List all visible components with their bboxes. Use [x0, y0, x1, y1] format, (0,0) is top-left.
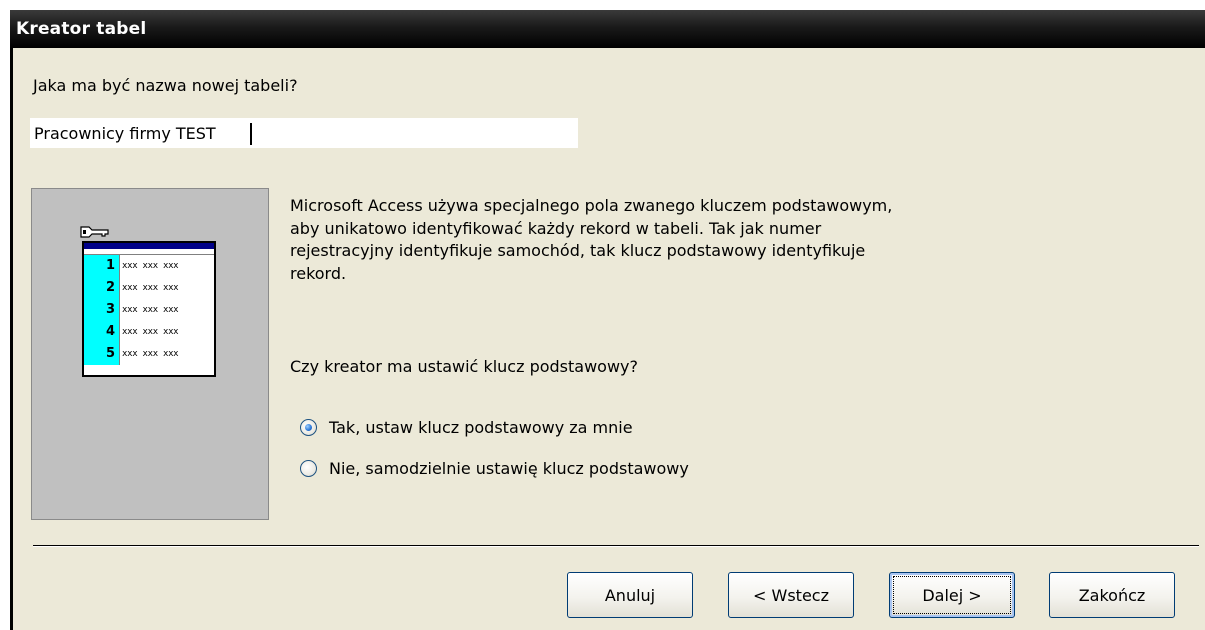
table-wizard-window: Kreator tabel Jaka ma być nazwa nowej ta…: [10, 10, 1205, 630]
radio-button[interactable]: [300, 459, 317, 477]
row-number: 2: [84, 277, 120, 299]
row-number: 5: [84, 343, 120, 365]
radio-button-checked[interactable]: [300, 418, 317, 436]
primary-key-description: Microsoft Access używa specjalnego pola …: [290, 196, 893, 283]
row-data: xxx xxx xxx: [122, 327, 179, 337]
row-number: 4: [84, 321, 120, 343]
mini-table-row: 1 xxx xxx xxx: [84, 255, 214, 277]
row-data: xxx xxx xxx: [122, 283, 179, 293]
table-name-prompt: Jaka ma być nazwa nowej tabeli?: [33, 76, 298, 95]
row-number: 3: [84, 299, 120, 321]
mini-table-row: 2 xxx xxx xxx: [84, 277, 214, 299]
option-label: Nie, samodzielnie ustawię klucz podstawo…: [329, 458, 689, 478]
option-manual-primary-key[interactable]: Nie, samodzielnie ustawię klucz podstawo…: [300, 456, 689, 480]
option-label: Tak, ustaw klucz podstawowy za mnie: [329, 417, 633, 437]
separator-line: [33, 545, 1199, 547]
row-data: xxx xxx xxx: [122, 349, 179, 359]
mini-table-row: 3 xxx xxx xxx: [84, 299, 214, 321]
text-caret: [250, 123, 252, 145]
primary-key-prompt: Czy kreator ma ustawić klucz podstawowy?: [290, 357, 639, 376]
window-left-border: [10, 48, 13, 630]
key-icon: [80, 226, 109, 238]
primary-key-illustration: 1 xxx xxx xxx 2 xxx xxx xxx 3 xxx xxx xx…: [31, 188, 269, 520]
row-number: 1: [84, 255, 120, 277]
option-auto-primary-key[interactable]: Tak, ustaw klucz podstawowy za mnie: [300, 415, 633, 439]
row-data: xxx xxx xxx: [122, 261, 179, 271]
back-button[interactable]: < Wstecz: [728, 572, 854, 618]
mini-table: 1 xxx xxx xxx 2 xxx xxx xxx 3 xxx xxx xx…: [82, 241, 216, 377]
row-data: xxx xxx xxx: [122, 305, 179, 315]
table-name-input[interactable]: [30, 118, 578, 148]
finish-button[interactable]: Zakończ: [1049, 572, 1175, 618]
window-title: Kreator tabel: [10, 10, 1205, 48]
mini-table-row: 5 xxx xxx xxx: [84, 343, 214, 365]
next-button[interactable]: Dalej >: [889, 572, 1015, 618]
mini-table-row: 4 xxx xxx xxx: [84, 321, 214, 343]
next-button-label: Dalej >: [922, 585, 982, 605]
cancel-button[interactable]: Anuluj: [567, 572, 693, 618]
